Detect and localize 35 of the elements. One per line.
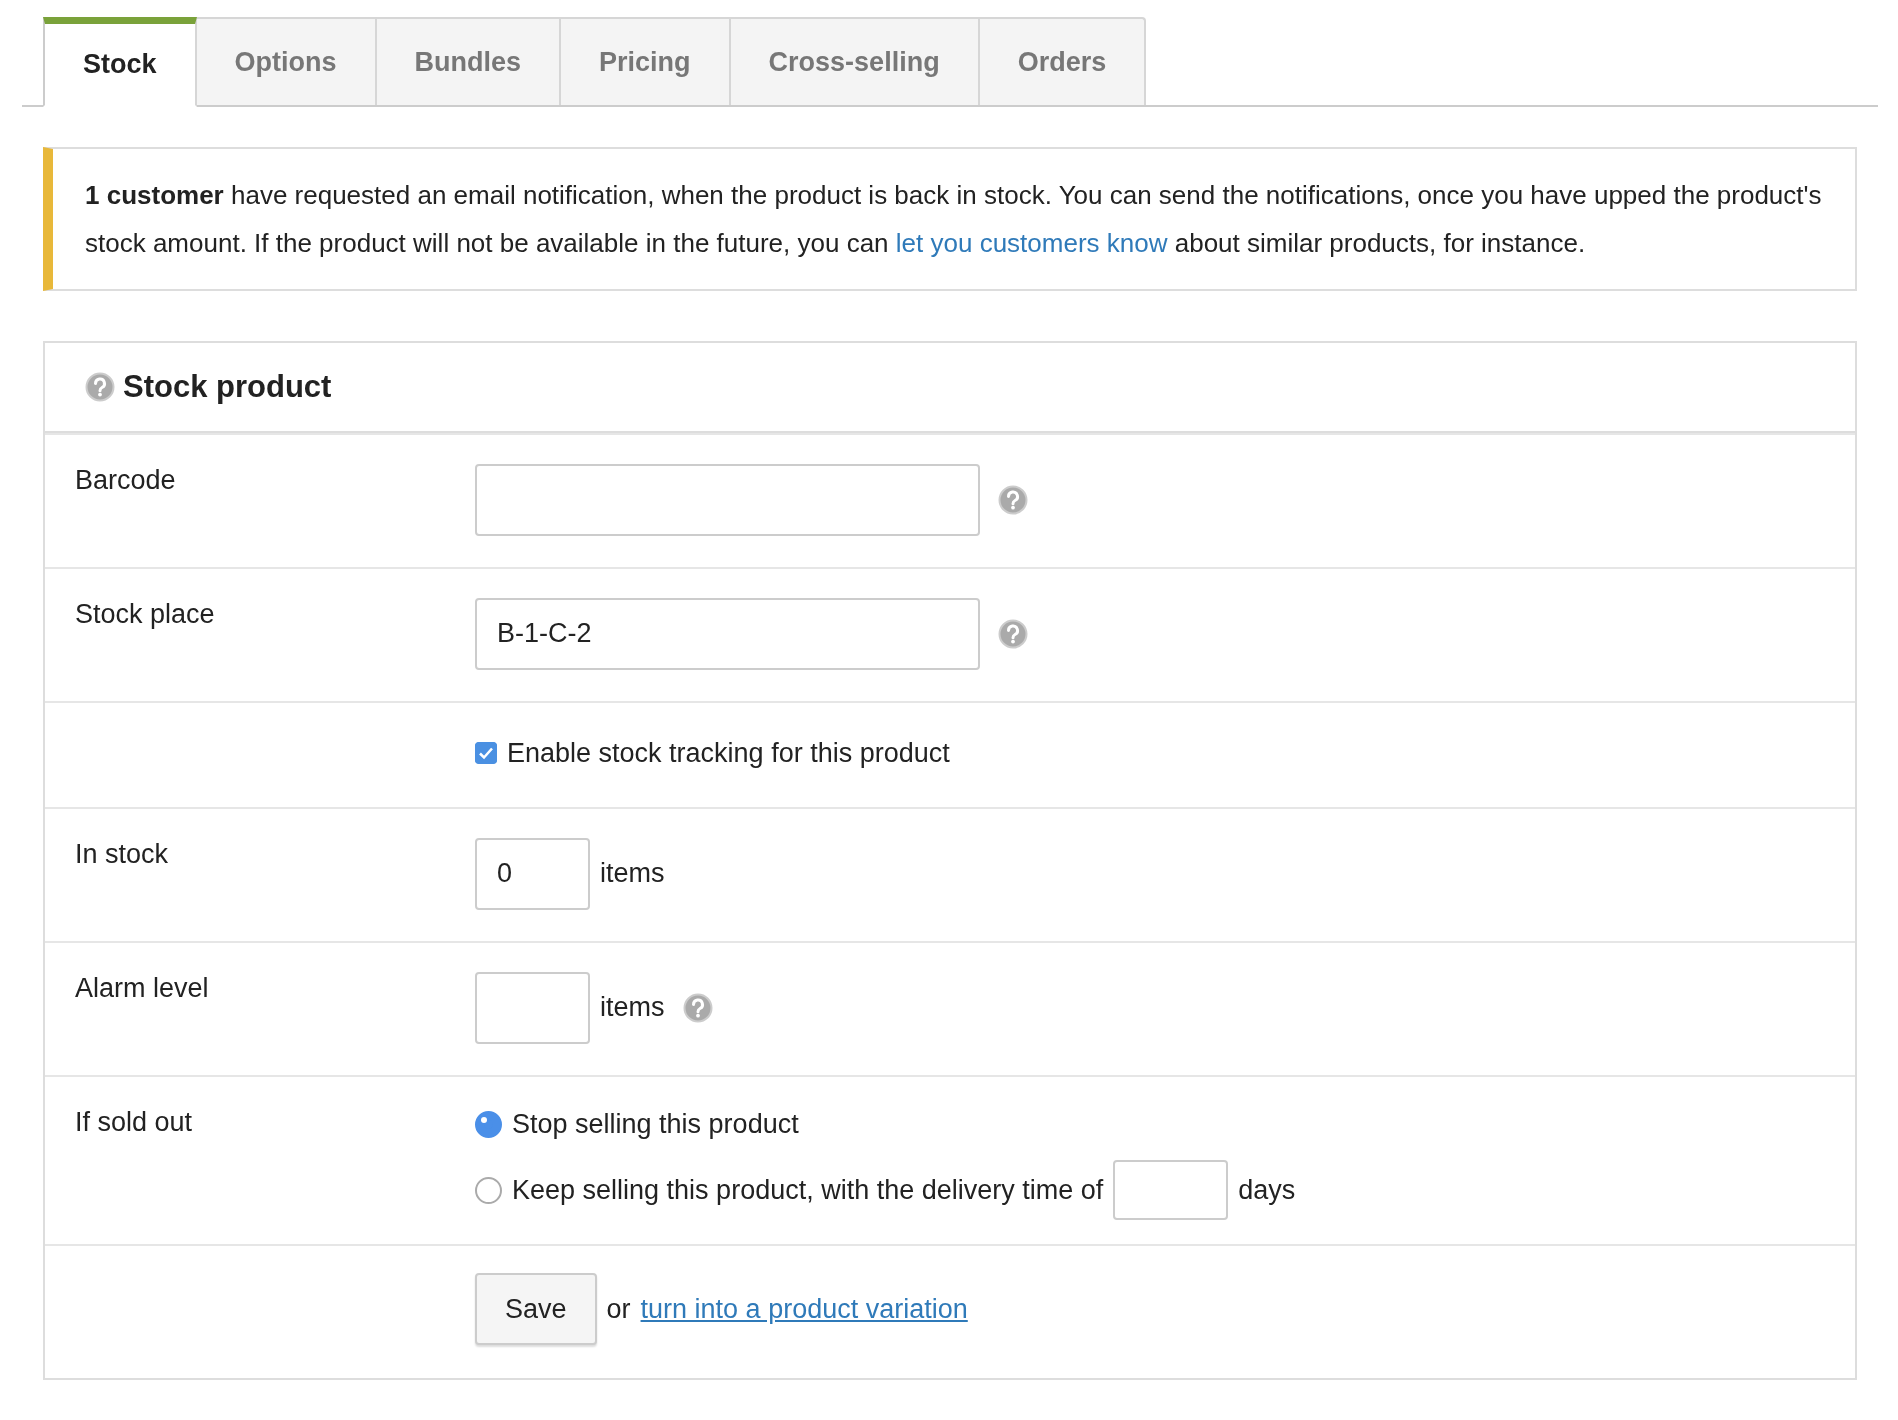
unit-label: items xyxy=(600,858,665,889)
checkbox-label: Enable stock tracking for this product xyxy=(507,737,950,769)
notification-message: 1 customer have requested an email notification, when the product is back in stock. You can send the notifications, once you have upped the product's stock amount. If the product will not be available in the future, you can let you customers know about similar products, for instance. xyxy=(43,147,1857,291)
tab[interactable]: Stock xyxy=(43,17,197,107)
tab[interactable]: Cross-selling xyxy=(730,17,980,105)
field-label: Alarm level xyxy=(75,973,210,1005)
text-field[interactable]: B-1-C-2 xyxy=(475,597,980,670)
or-label: or xyxy=(606,1293,631,1325)
checkbox[interactable] xyxy=(475,742,497,764)
delivery-days-field[interactable] xyxy=(1113,1160,1229,1220)
tab[interactable]: Orders xyxy=(979,17,1147,105)
radio-button[interactable] xyxy=(475,1176,502,1204)
help-icon[interactable] xyxy=(998,618,1028,649)
field-label: In stock xyxy=(75,839,170,871)
notify-customers-link[interactable]: let you customers know xyxy=(895,228,1168,258)
number-field[interactable]: 0 xyxy=(475,837,590,910)
radio-button[interactable] xyxy=(475,1110,502,1138)
field-label: Stock place xyxy=(75,599,216,631)
text-field[interactable] xyxy=(475,463,980,536)
radio-label: Keep selling this product, with the delivery time of xyxy=(512,1174,1104,1206)
number-field[interactable] xyxy=(475,971,590,1044)
tab[interactable]: Bundles xyxy=(376,17,562,105)
unit-label: items xyxy=(600,992,665,1023)
tab[interactable]: Options xyxy=(196,17,377,105)
help-icon[interactable] xyxy=(85,372,115,402)
panel-title: Stock product xyxy=(123,369,332,405)
unit-label: days xyxy=(1238,1174,1296,1206)
field-label: If sold out xyxy=(75,1107,194,1139)
variation-link[interactable]: turn into a product variation xyxy=(640,1293,968,1325)
radio-label: Stop selling this product xyxy=(512,1108,799,1140)
save-button[interactable]: Save xyxy=(475,1273,597,1345)
tab[interactable]: Pricing xyxy=(561,17,731,105)
help-icon[interactable] xyxy=(682,992,713,1023)
field-label: Barcode xyxy=(75,465,177,497)
help-icon[interactable] xyxy=(998,484,1028,515)
